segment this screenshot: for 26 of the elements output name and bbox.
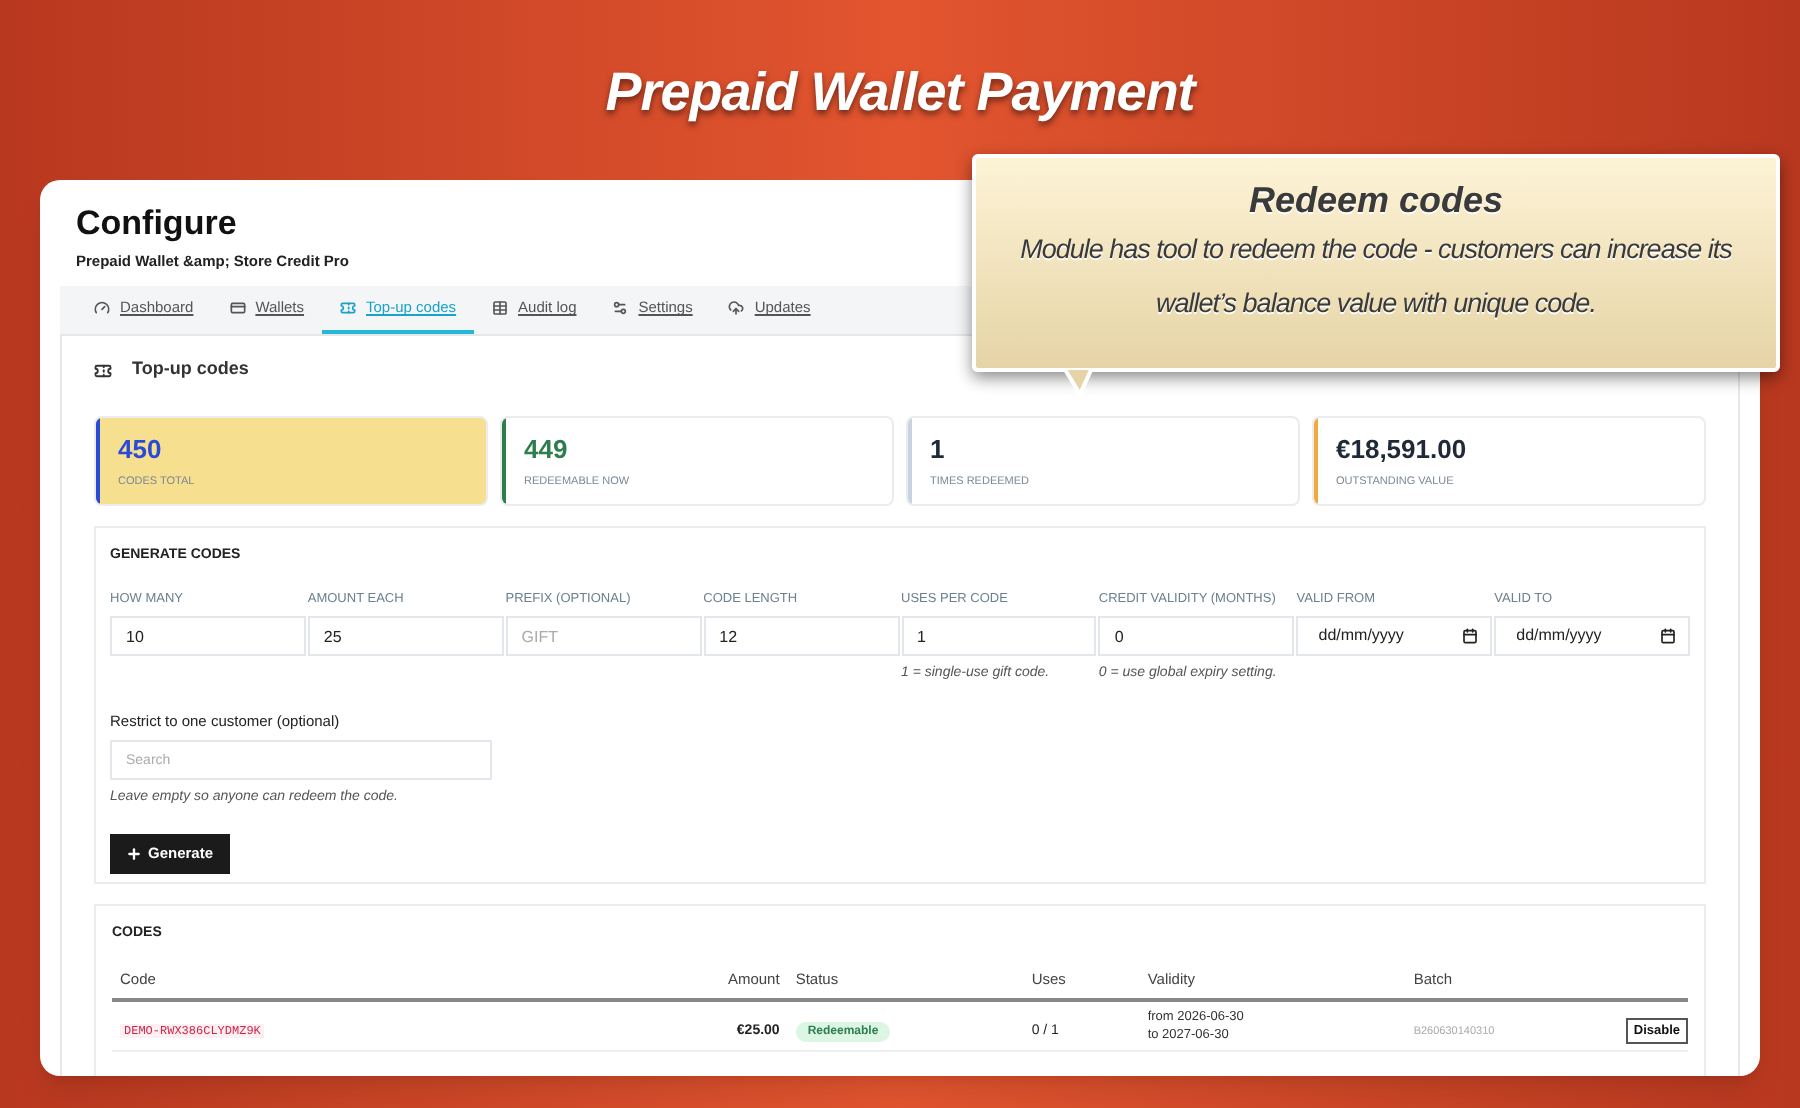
card-icon (229, 300, 246, 316)
page-title: Configure (76, 204, 239, 244)
input-field[interactable]: 0 (1098, 616, 1295, 657)
stat-value: 1 (930, 434, 947, 466)
input-field[interactable]: 10 (110, 616, 306, 657)
calendar-icon (1462, 628, 1479, 645)
stat-value: 449 (524, 434, 570, 466)
gauge-icon (94, 300, 110, 316)
cloud-icon (728, 300, 745, 316)
stat-value: 450 (118, 434, 164, 466)
plus-icon (126, 845, 142, 861)
banner-title: Prepaid Wallet Payment (605, 60, 1195, 124)
callout-text: Module has tool to redeem the code - customers can increase its wallet’s balance value with unique code. (1018, 232, 1734, 322)
stat-value: €18,591.00 (1336, 434, 1467, 466)
table-icon (492, 300, 509, 316)
input-field[interactable]: 12 (703, 616, 899, 657)
input-field[interactable]: 25 (307, 616, 504, 657)
callout-title: Redeem codes (1248, 178, 1504, 222)
input-field[interactable]: GIFT (505, 616, 702, 657)
ticket-icon (340, 300, 357, 316)
section-title: Top-up codes (132, 356, 249, 383)
input-field[interactable]: 1 (901, 616, 1097, 657)
date-field[interactable]: dd/mm/yyyy (1494, 616, 1690, 657)
calendar-icon (1660, 628, 1676, 645)
ticket-icon (94, 361, 112, 379)
date-field[interactable]: dd/mm/yyyy (1296, 616, 1493, 657)
